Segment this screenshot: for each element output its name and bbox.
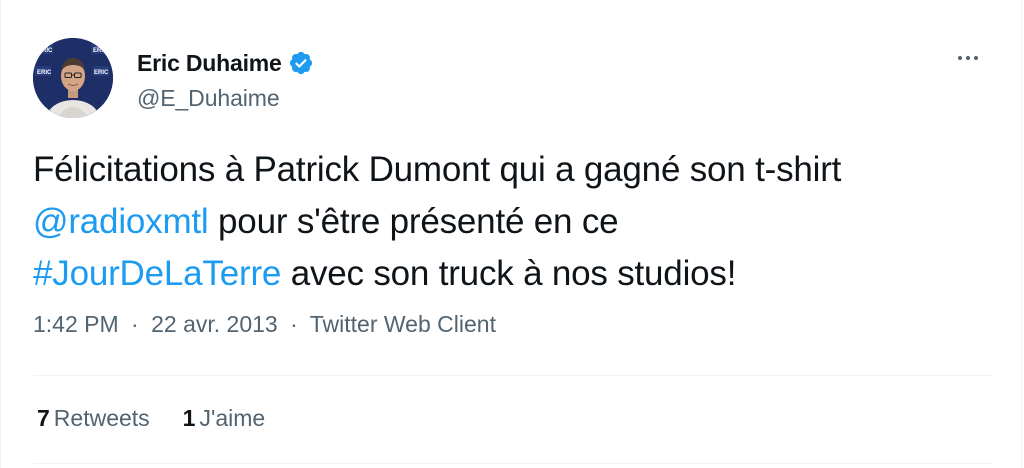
tweet-text: Félicitations à Patrick Dumont qui a gag… <box>33 144 993 300</box>
tweet-time[interactable]: 1:42 PM <box>33 311 119 337</box>
retweets-count: 7 <box>37 405 50 431</box>
dot <box>974 56 978 60</box>
tweet-stats: 7 Retweets 1 J'aime <box>37 405 298 432</box>
likes-count: 1 <box>182 405 196 431</box>
tweet-client[interactable]: Twitter Web Client <box>310 311 496 337</box>
divider <box>33 375 993 376</box>
avatar[interactable]: ERIC ERIC ERIC ERIC <box>33 38 113 118</box>
author-handle[interactable]: @E_Duhaime <box>137 85 314 112</box>
author-block: Eric Duhaime @E_Duhaime <box>137 47 314 112</box>
likes-label: J'aime <box>199 405 266 431</box>
tweet-meta: 1:42 PM · 22 avr. 2013 · Twitter Web Cli… <box>33 311 496 338</box>
likes-stat[interactable]: 1 J'aime <box>183 405 266 432</box>
mention-link[interactable]: @radioxmtl <box>33 202 209 241</box>
author-name[interactable]: Eric Duhaime <box>137 50 282 77</box>
retweets-label: Retweets <box>53 405 150 431</box>
svg-text:ERIC: ERIC <box>38 48 53 54</box>
more-options-icon[interactable] <box>953 48 983 68</box>
divider <box>33 463 993 464</box>
svg-text:ERIC: ERIC <box>94 70 109 76</box>
tweet-line-2: pour s'être présenté en ce <box>208 202 619 241</box>
meta-separator: · <box>131 311 139 337</box>
dot <box>958 56 962 60</box>
hashtag-link[interactable]: #JourDeLaTerre <box>33 254 281 293</box>
tweet-header: ERIC ERIC ERIC ERIC Eric Duhaime @E_Duha… <box>33 38 993 118</box>
retweets-stat[interactable]: 7 Retweets <box>37 405 150 432</box>
tweet-line-1: Félicitations à Patrick Dumont qui a gag… <box>33 150 842 189</box>
dot <box>966 56 970 60</box>
tweet-card: ERIC ERIC ERIC ERIC Eric Duhaime @E_Duha… <box>0 0 1022 468</box>
svg-text:ERIC: ERIC <box>37 70 52 76</box>
author-name-row: Eric Duhaime <box>137 47 314 79</box>
tweet-date[interactable]: 22 avr. 2013 <box>151 311 278 337</box>
svg-text:ERIC: ERIC <box>93 48 108 54</box>
verified-badge-icon <box>288 50 314 76</box>
tweet-line-3: avec son truck à nos studios! <box>281 254 737 293</box>
meta-separator: · <box>290 311 298 337</box>
